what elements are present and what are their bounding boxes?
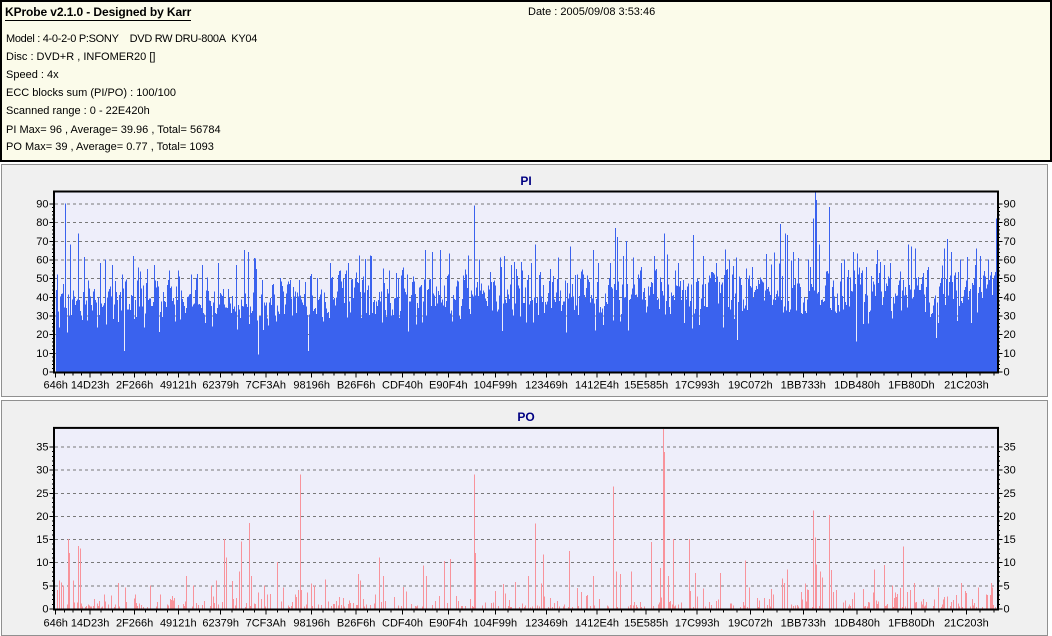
svg-text:1412E4h: 1412E4h	[575, 618, 619, 630]
svg-text:21C203h: 21C203h	[944, 380, 989, 392]
svg-text:646h: 646h	[43, 618, 67, 630]
svg-text:0: 0	[1004, 604, 1010, 616]
svg-text:10: 10	[36, 557, 48, 569]
svg-text:98196h: 98196h	[293, 380, 330, 392]
svg-text:646h: 646h	[43, 380, 67, 392]
svg-text:B26F6h: B26F6h	[337, 618, 376, 630]
svg-text:104F99h: 104F99h	[474, 380, 517, 392]
svg-text:1BB733h: 1BB733h	[781, 618, 826, 630]
svg-text:49121h: 49121h	[160, 380, 197, 392]
svg-text:2F266h: 2F266h	[116, 380, 153, 392]
svg-text:E90F4h: E90F4h	[429, 380, 468, 392]
svg-text:80: 80	[1004, 217, 1016, 229]
svg-text:E90F4h: E90F4h	[429, 618, 468, 630]
svg-text:7CF3Ah: 7CF3Ah	[246, 380, 286, 392]
svg-text:49121h: 49121h	[160, 618, 197, 630]
svg-text:20: 20	[36, 511, 48, 523]
svg-text:2F266h: 2F266h	[116, 618, 153, 630]
svg-text:PI: PI	[520, 174, 531, 188]
svg-text:21C203h: 21C203h	[944, 618, 989, 630]
svg-text:19C072h: 19C072h	[728, 380, 773, 392]
svg-text:40: 40	[1004, 292, 1016, 304]
svg-text:62379h: 62379h	[202, 618, 239, 630]
svg-text:1FB80Dh: 1FB80Dh	[888, 380, 934, 392]
svg-text:15: 15	[1004, 534, 1016, 546]
svg-text:15E585h: 15E585h	[624, 618, 668, 630]
svg-text:1FB80Dh: 1FB80Dh	[888, 618, 934, 630]
svg-text:90: 90	[36, 199, 48, 211]
svg-text:7CF3Ah: 7CF3Ah	[246, 618, 286, 630]
svg-text:CDF40h: CDF40h	[382, 618, 423, 630]
svg-text:50: 50	[1004, 273, 1016, 285]
svg-text:50: 50	[36, 273, 48, 285]
svg-text:20: 20	[1004, 511, 1016, 523]
svg-text:70: 70	[1004, 236, 1016, 248]
svg-text:0: 0	[42, 604, 48, 616]
svg-text:90: 90	[1004, 199, 1016, 211]
svg-text:PO: PO	[517, 410, 534, 424]
svg-text:10: 10	[1004, 557, 1016, 569]
svg-text:5: 5	[42, 580, 48, 592]
svg-text:70: 70	[36, 236, 48, 248]
svg-text:60: 60	[1004, 255, 1016, 267]
svg-text:35: 35	[36, 442, 48, 454]
svg-text:10: 10	[36, 348, 48, 360]
svg-text:62379h: 62379h	[202, 380, 239, 392]
svg-text:80: 80	[36, 217, 48, 229]
svg-text:1BB733h: 1BB733h	[781, 380, 826, 392]
svg-text:CDF40h: CDF40h	[382, 380, 423, 392]
svg-text:17C993h: 17C993h	[675, 380, 720, 392]
svg-text:20: 20	[36, 329, 48, 341]
svg-text:60: 60	[36, 255, 48, 267]
svg-text:B26F6h: B26F6h	[337, 380, 376, 392]
svg-text:35: 35	[1004, 442, 1016, 454]
svg-text:1412E4h: 1412E4h	[575, 380, 619, 392]
svg-text:19C072h: 19C072h	[728, 618, 773, 630]
svg-text:123469h: 123469h	[525, 380, 568, 392]
svg-text:0: 0	[42, 367, 48, 379]
svg-text:25: 25	[1004, 488, 1016, 500]
svg-text:1DB480h: 1DB480h	[834, 618, 880, 630]
svg-text:15E585h: 15E585h	[624, 380, 668, 392]
svg-text:98196h: 98196h	[293, 618, 330, 630]
svg-text:5: 5	[1004, 580, 1010, 592]
svg-text:0: 0	[1004, 367, 1010, 379]
svg-text:30: 30	[1004, 465, 1016, 477]
svg-text:1DB480h: 1DB480h	[834, 380, 880, 392]
svg-text:25: 25	[36, 488, 48, 500]
svg-text:10: 10	[1004, 348, 1016, 360]
svg-text:30: 30	[1004, 311, 1016, 323]
svg-text:14D23h: 14D23h	[71, 618, 110, 630]
svg-text:14D23h: 14D23h	[71, 380, 110, 392]
svg-text:40: 40	[36, 292, 48, 304]
svg-text:123469h: 123469h	[525, 618, 568, 630]
svg-text:20: 20	[1004, 329, 1016, 341]
svg-text:17C993h: 17C993h	[675, 618, 720, 630]
svg-text:104F99h: 104F99h	[474, 618, 517, 630]
svg-text:30: 30	[36, 465, 48, 477]
svg-text:30: 30	[36, 311, 48, 323]
svg-text:15: 15	[36, 534, 48, 546]
